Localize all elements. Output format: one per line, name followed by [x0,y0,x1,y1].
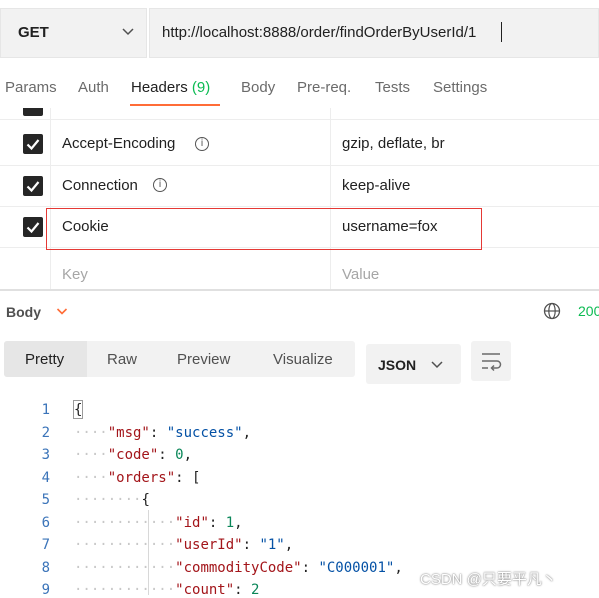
method-label: GET [18,24,49,41]
json-key: "commodityCode" [175,560,302,576]
header-key[interactable]: Accept-Encoding [62,135,175,152]
view-visualize-button[interactable]: Visualize [273,351,333,368]
code-token: : [ [175,470,201,486]
table-bottom-border [0,289,599,291]
check-icon [26,139,40,151]
header-value[interactable]: gzip, deflate, br [342,135,445,152]
code-line[interactable]: ········{ [74,492,150,508]
json-key: "id" [175,515,209,531]
tab-tests[interactable]: Tests [375,79,410,96]
code-line[interactable]: { [74,402,82,418]
line-number: 1 [41,402,50,418]
tab-pre-request[interactable]: Pre-req. [297,79,351,96]
chevron-down-icon[interactable] [56,305,68,317]
tab-headers-label: Headers [131,79,188,96]
code-line[interactable]: ············"count": 2 [74,582,259,598]
code-line[interactable]: ············"userId": "1", [74,537,293,553]
header-key[interactable]: Connection [62,177,138,194]
header-value[interactable]: keep-alive [342,177,410,194]
tab-body[interactable]: Body [241,79,275,96]
annotation-highlight-box [46,208,482,250]
line-number: 9 [41,582,50,598]
status-code[interactable]: 200 [578,303,599,319]
code-token: { [141,492,150,508]
json-value: "C000001" [318,560,395,576]
line-number: 8 [41,560,50,576]
row-checkbox[interactable] [23,176,43,196]
code-line[interactable]: ············"id": 1, [74,515,243,531]
table-divider [0,165,599,166]
table-col-divider [330,108,331,290]
view-preview-button[interactable]: Preview [177,351,230,368]
check-icon [26,222,40,234]
code-line[interactable]: ····"orders": [ [74,470,200,486]
code-line[interactable]: ············"commodityCode": "C000001", [74,560,403,576]
json-key: "msg" [107,425,150,441]
table-col-divider [50,108,51,290]
value-placeholder[interactable]: Value [342,266,379,283]
globe-icon[interactable] [543,302,561,320]
json-value: 0 [175,447,184,463]
row-checkbox[interactable] [23,134,43,154]
table-divider [0,119,599,120]
scrolled-row-remnant [0,108,599,116]
text-caret [501,22,502,42]
tab-headers-count: (9) [191,79,211,96]
wrap-lines-icon [482,353,502,372]
line-number: 6 [41,515,50,531]
json-value: 1 [225,515,235,531]
key-placeholder[interactable]: Key [62,266,88,283]
wrap-lines-button[interactable] [471,341,511,381]
json-key: "userId" [175,537,243,553]
code-token: { [74,402,83,418]
line-number: 3 [41,447,50,463]
url-text[interactable]: http://localhost:8888/order/findOrderByU… [162,24,476,41]
format-label: JSON [378,357,417,373]
info-icon[interactable]: i [195,137,209,151]
watermark: CSDN @只要平凡丶 [420,571,557,588]
json-key: "count" [175,582,235,598]
json-key: "code" [107,447,159,463]
table-divider [0,206,599,207]
tab-params[interactable]: Params [5,79,57,96]
line-number: 5 [41,492,50,508]
tab-headers[interactable]: Headers (9) [131,79,210,96]
view-pretty-button[interactable]: Pretty [25,351,64,368]
response-body-label[interactable]: Body [6,304,41,320]
line-number: 2 [41,425,50,441]
json-value: 2 [251,582,260,598]
row-checkbox[interactable] [23,217,43,237]
tab-auth[interactable]: Auth [78,79,109,96]
info-icon[interactable]: i [153,178,167,192]
chevron-down-icon[interactable] [430,357,444,371]
check-icon [26,181,40,193]
chevron-down-icon[interactable] [121,24,135,38]
json-key: "orders" [107,470,176,486]
line-number: 7 [41,537,50,553]
json-value: "success" [166,425,243,441]
active-tab-indicator [130,104,220,106]
code-line[interactable]: ····"code": 0, [74,447,192,463]
line-number: 4 [41,470,50,486]
code-line[interactable]: ····"msg": "success", [74,425,251,441]
json-value: "1" [259,537,285,553]
tab-settings[interactable]: Settings [433,79,487,96]
view-raw-button[interactable]: Raw [107,351,137,368]
